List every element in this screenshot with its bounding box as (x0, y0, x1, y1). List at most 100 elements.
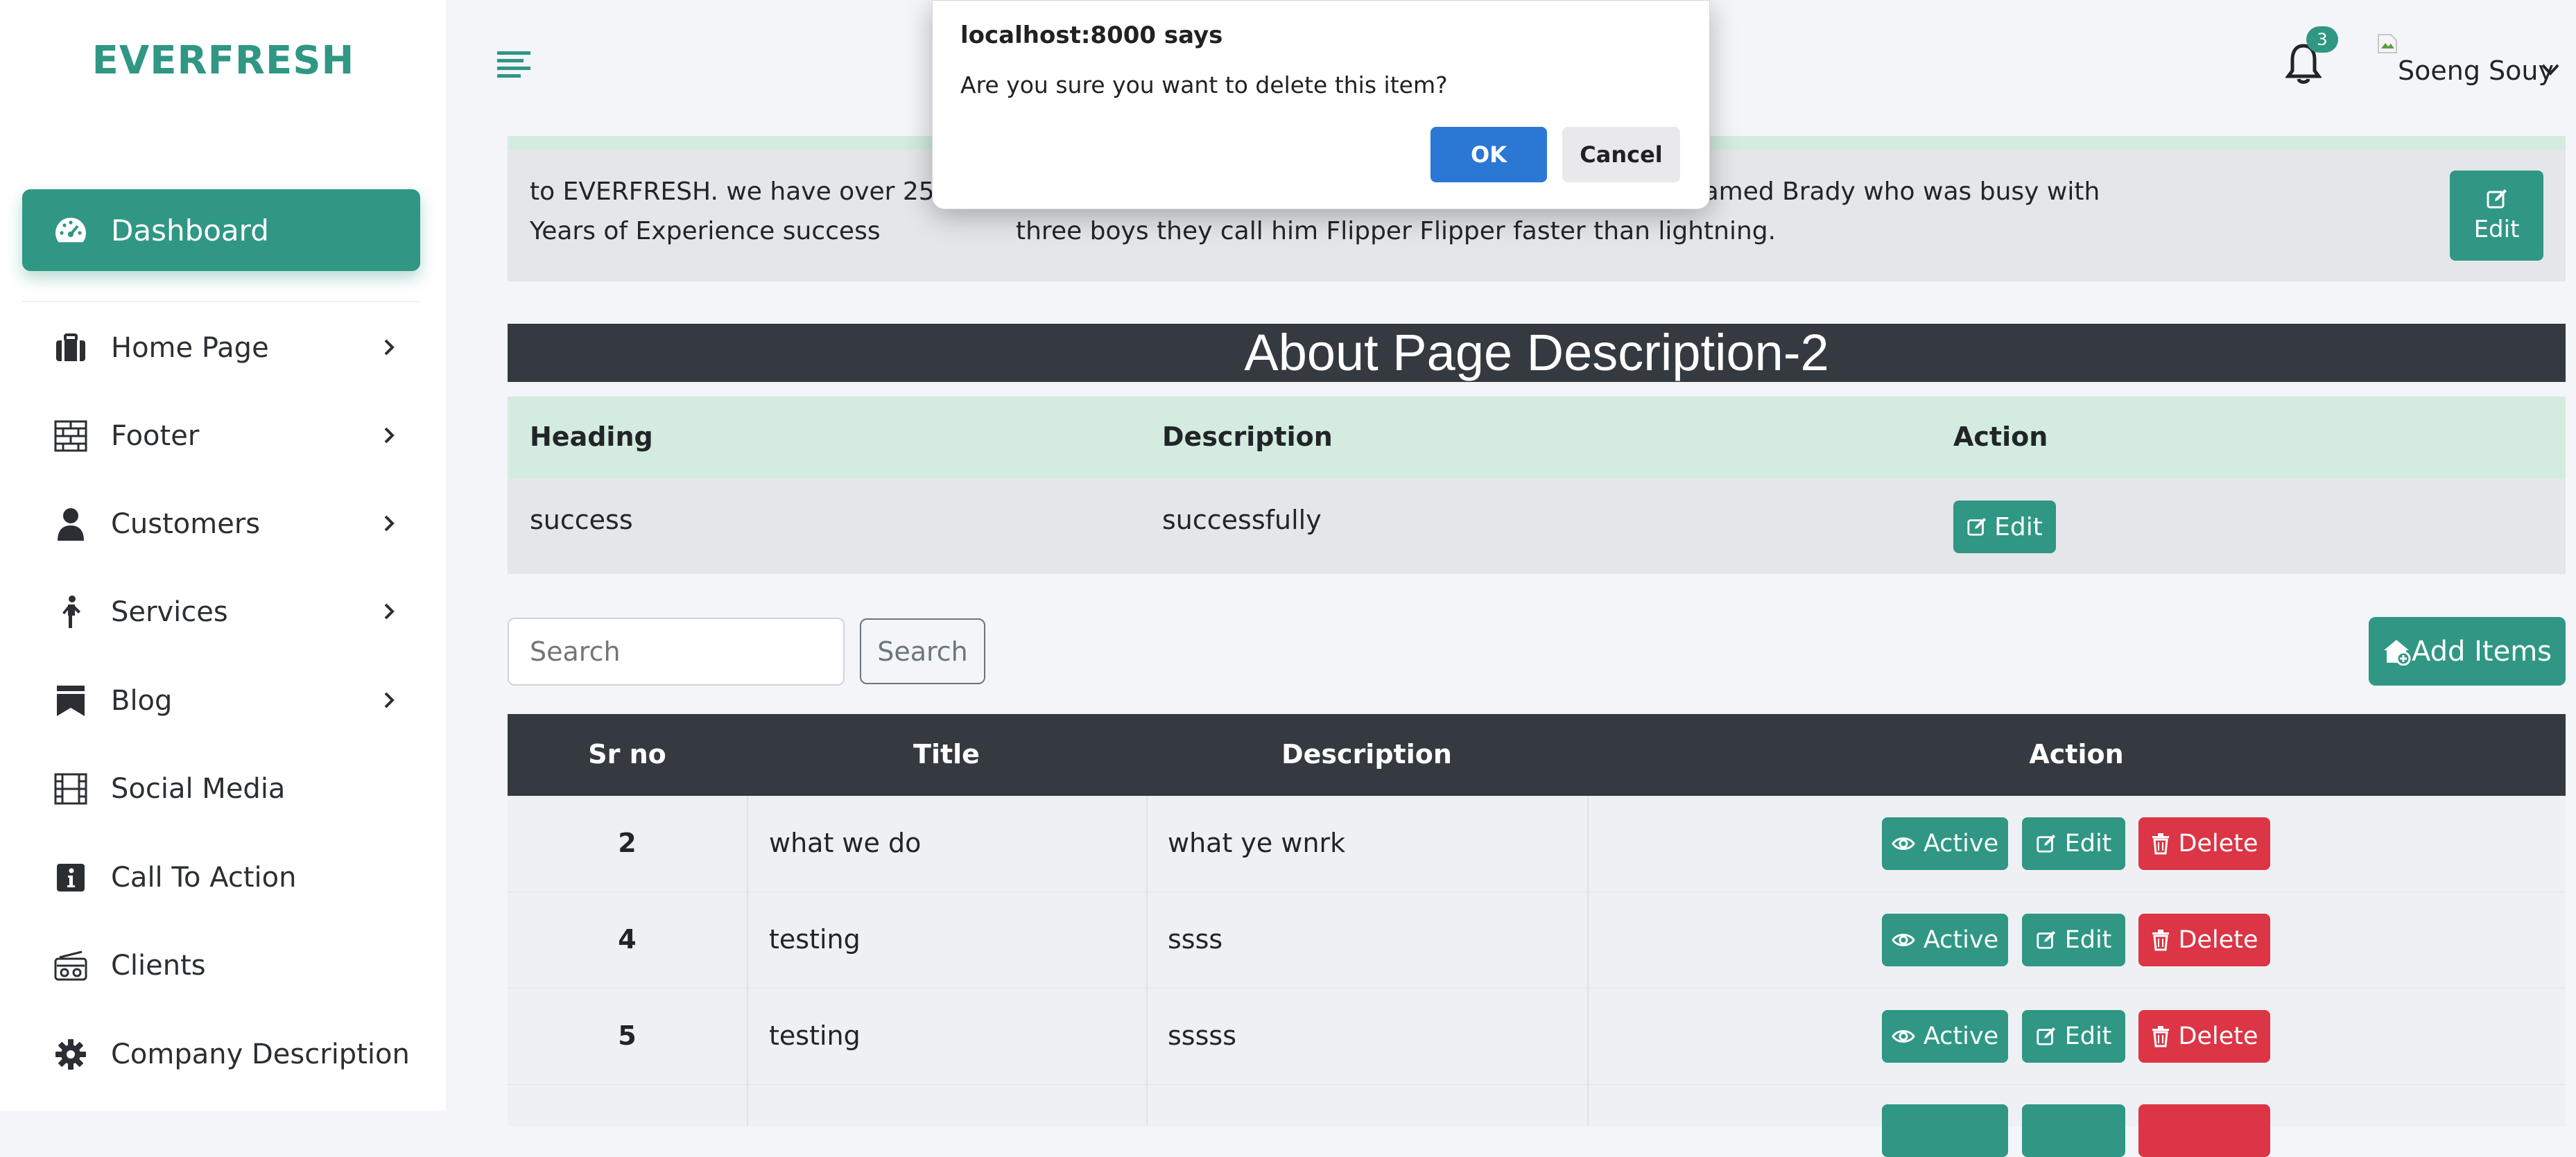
edit-button[interactable]: Edit (1953, 501, 2056, 553)
brand-logo[interactable]: EVERFRESH (0, 38, 447, 83)
edit-button[interactable]: Edit (2022, 1010, 2125, 1063)
section-title: About Page Description-2 (508, 324, 2566, 382)
delete-button[interactable]: Delete (2138, 1010, 2270, 1063)
active-button[interactable]: Active (1882, 914, 2008, 966)
trash-icon (2152, 1026, 2169, 1047)
column-header: Heading (530, 421, 653, 452)
search-button[interactable]: Search (860, 618, 985, 684)
sidebar-item-services[interactable]: Services (22, 577, 420, 647)
active-button[interactable] (1882, 1104, 2008, 1157)
active-label: Active (1923, 1023, 1999, 1050)
column-divider (747, 1085, 748, 1126)
edit-button[interactable] (2022, 1104, 2125, 1157)
cancel-button[interactable]: Cancel (1562, 127, 1680, 182)
edit-icon (2037, 834, 2055, 853)
chevron-right-icon (384, 515, 395, 532)
add-items-button[interactable]: Add Items (2369, 617, 2566, 686)
edit-label: Edit (2064, 1023, 2112, 1050)
delete-label: Delete (2178, 1023, 2258, 1050)
edit-button[interactable]: Edit (2450, 171, 2543, 261)
table-header: Heading Description Action (508, 397, 2566, 478)
user-icon (51, 505, 90, 543)
sidebar-item-clients[interactable]: Clients (22, 931, 420, 1000)
column-divider (1587, 796, 1589, 891)
sr-no-cell: 2 (618, 828, 637, 858)
sidebar-item-home-page[interactable]: Home Page (22, 313, 420, 383)
sidebar-item-label: Company Description (111, 1038, 410, 1070)
column-header: Title (913, 739, 980, 769)
sidebar-item-customers[interactable]: Customers (22, 489, 420, 559)
table-row: 2 what we do what ye wnrk Active Edit De… (508, 796, 2566, 893)
chevron-right-icon (384, 427, 395, 444)
sidebar-item-call-to-action[interactable]: Call To Action (22, 843, 420, 912)
description-cell: sssss (1168, 1020, 1236, 1051)
radio-icon (51, 946, 90, 985)
column-divider (747, 989, 748, 1084)
chevron-right-icon (384, 692, 395, 708)
active-button[interactable]: Active (1882, 817, 2008, 870)
title-cell: testing (769, 1020, 861, 1051)
search-input[interactable] (508, 618, 845, 686)
house-add-icon (2383, 639, 2411, 666)
hamburger-menu-icon[interactable] (496, 49, 532, 82)
column-divider (747, 892, 748, 988)
heading-cell: success (530, 505, 633, 535)
description-cell: what ye wnrk (1168, 828, 1346, 858)
column-divider (1587, 1085, 1589, 1126)
table-row: 5 testing sssss Active Edit Delete (508, 989, 2566, 1086)
gear-icon (51, 1035, 90, 1074)
delete-label: Delete (2178, 926, 2258, 954)
delete-button[interactable] (2138, 1104, 2270, 1157)
column-header: Sr no (588, 739, 666, 769)
sidebar-item-dashboard[interactable]: Dashboard (22, 189, 420, 271)
chevron-right-icon (384, 603, 395, 620)
brick-wall-icon (51, 417, 90, 455)
active-label: Active (1923, 926, 1999, 954)
sr-no-cell: 5 (618, 1020, 637, 1051)
column-divider (747, 796, 748, 891)
trash-icon (2152, 930, 2169, 951)
person-walking-icon (51, 593, 90, 632)
sidebar-item-footer[interactable]: Footer (22, 401, 420, 471)
edit-icon (2037, 930, 2055, 949)
sidebar-item-label: Services (111, 596, 228, 628)
column-divider (1587, 892, 1589, 988)
eye-icon (1892, 837, 1915, 850)
column-divider (1146, 1085, 1148, 1126)
ok-button[interactable]: OK (1430, 127, 1547, 182)
sr-no-cell: 4 (618, 924, 637, 955)
edit-icon (1967, 517, 1987, 536)
dialog-message: Are you sure you want to delete this ite… (960, 71, 1448, 98)
chevron-down-icon[interactable] (2539, 58, 2561, 80)
eye-icon (1892, 934, 1915, 946)
edit-label: Edit (2064, 830, 2112, 858)
sidebar-item-label: Clients (111, 950, 206, 982)
sidebar: EVERFRESH Dashboard Home Page Footer Cus… (0, 0, 447, 1111)
active-button[interactable]: Active (1882, 1010, 2008, 1063)
table-row: 4 testing ssss Active Edit Delete (508, 892, 2566, 989)
sidebar-item-label: Social Media (111, 773, 286, 805)
column-divider (1587, 989, 1589, 1084)
column-divider (1146, 796, 1148, 891)
sidebar-item-label: Footer (111, 420, 200, 452)
film-icon (51, 769, 90, 808)
dashboard-gauge-icon (51, 214, 90, 247)
avatar[interactable] (2377, 33, 2398, 54)
edit-icon (2037, 1027, 2055, 1045)
dialog-title: localhost:8000 says (960, 21, 1223, 49)
delete-button[interactable]: Delete (2138, 817, 2270, 870)
sidebar-item-blog[interactable]: Blog (22, 666, 420, 736)
sidebar-divider (22, 301, 420, 302)
sidebar-item-label: Home Page (111, 332, 269, 364)
sidebar-item-social-media[interactable]: Social Media (22, 754, 420, 824)
column-header: Action (2029, 739, 2124, 769)
edit-button[interactable]: Edit (2022, 817, 2125, 870)
delete-button[interactable]: Delete (2138, 914, 2270, 966)
column-header: Description (1281, 739, 1452, 769)
edit-button[interactable]: Edit (2022, 914, 2125, 966)
add-items-label: Add Items (2411, 635, 2552, 668)
column-header: Description (1162, 421, 1333, 452)
title-cell: testing (769, 924, 861, 955)
sidebar-item-company-description[interactable]: Company Description (22, 1020, 420, 1089)
user-name[interactable]: Soeng Souy (2398, 55, 2554, 86)
